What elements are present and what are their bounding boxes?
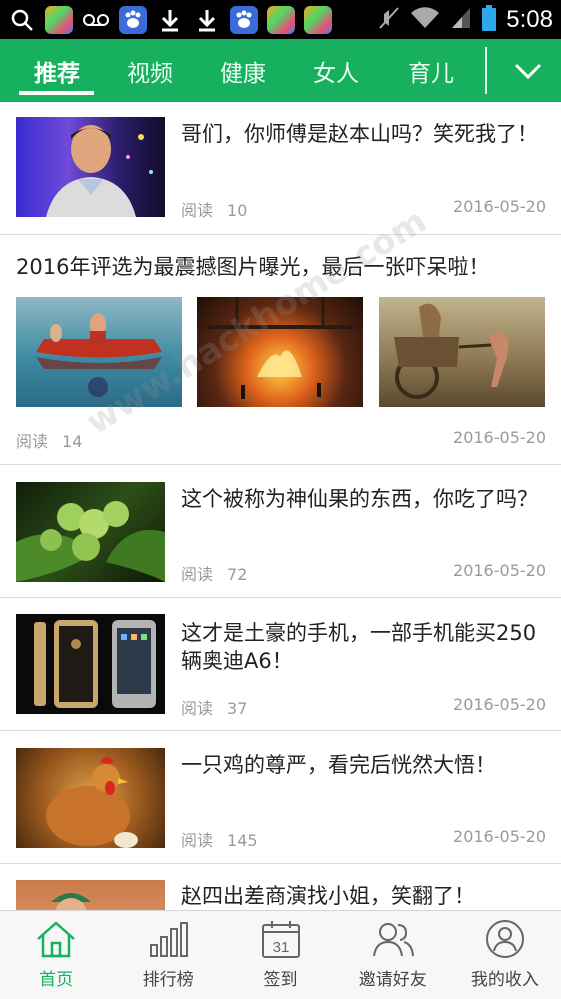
luxury-phones-photo (16, 614, 165, 714)
man-in-cap-photo (16, 880, 165, 910)
baidu-icon (230, 5, 258, 34)
bottom-navigation: 首页 排行榜 31 签到 邀请好友 我的收入 (0, 910, 561, 999)
news-title[interactable]: 赵四出差商演找小姐，笑翻了！ (181, 882, 546, 910)
news-item[interactable]: 哥们，你师傅是赵本山吗？笑死我了！ 阅读 10 2016-05-20 (0, 102, 561, 235)
more-tabs-button[interactable] (494, 39, 561, 102)
publish-date: 2016-05-20 (453, 695, 546, 714)
tab-parenting[interactable]: 育儿 (392, 39, 470, 102)
publish-date: 2016-05-20 (453, 561, 546, 580)
green-fruit-photo (16, 482, 165, 582)
news-item[interactable]: 一只鸡的尊严，看完后恍然大悟！ 阅读 145 2016-05-20 (0, 731, 561, 864)
tab-women[interactable]: 女人 (297, 39, 375, 102)
baidu-icon (119, 5, 147, 34)
news-title[interactable]: 这才是土豪的手机，一部手机能买250辆奥迪A6！ (181, 619, 546, 675)
tab-divider (485, 47, 487, 94)
creature-cart-photo (379, 297, 545, 407)
voicemail-icon (82, 6, 110, 34)
calendar-icon: 31 (261, 921, 300, 958)
news-feed[interactable]: 哥们，你师傅是赵本山吗？笑死我了！ 阅读 10 2016-05-20 2016年评… (0, 102, 561, 910)
chevron-down-icon (514, 63, 541, 79)
news-item[interactable]: 这才是土豪的手机，一部手机能买250辆奥迪A6！ 阅读 37 2016-05-20 (0, 598, 561, 731)
publish-date: 2016-05-20 (453, 827, 546, 846)
search-icon (8, 6, 36, 34)
nav-checkin[interactable]: 31 签到 (224, 911, 336, 999)
read-count: 阅读 72 (181, 565, 248, 584)
calendar-day: 31 (272, 939, 289, 956)
category-tab-bar: 推荐 视频 健康 女人 育儿 (0, 39, 561, 102)
man-on-stage-photo (16, 117, 165, 217)
battery-icon (482, 4, 497, 35)
active-tab-indicator (19, 91, 94, 95)
news-title[interactable]: 这个被称为神仙果的东西，你吃了吗？ (181, 485, 546, 513)
publish-date: 2016-05-20 (453, 428, 546, 447)
wifi-icon (410, 6, 440, 34)
news-title[interactable]: 哥们，你师傅是赵本山吗？笑死我了！ (181, 120, 546, 148)
read-count: 阅读 37 (181, 699, 248, 718)
news-title[interactable]: 2016年评选为最震撼图片曝光，最后一张吓呆啦！ (16, 253, 551, 281)
read-count: 阅读 145 (181, 831, 258, 850)
hen-photo (16, 748, 165, 848)
app-icon (267, 5, 295, 34)
status-bar: 5:08 (0, 0, 561, 39)
nav-home[interactable]: 首页 (0, 911, 112, 999)
mute-icon (378, 6, 400, 34)
news-title[interactable]: 一只鸡的尊严，看完后恍然大悟！ (181, 751, 546, 779)
download-icon (156, 6, 184, 34)
profile-icon (485, 920, 524, 958)
nav-invite-friends[interactable]: 邀请好友 (337, 911, 449, 999)
read-count: 阅读 14 (16, 432, 83, 451)
ranking-icon (150, 922, 189, 957)
home-icon (37, 921, 75, 958)
tab-video[interactable]: 视频 (111, 39, 189, 102)
download-icon (193, 6, 221, 34)
tab-health[interactable]: 健康 (204, 39, 282, 102)
publish-date: 2016-05-20 (453, 197, 546, 216)
invite-friends-icon (372, 923, 414, 957)
news-item[interactable]: 这个被称为神仙果的东西，你吃了吗？ 阅读 72 2016-05-20 (0, 465, 561, 598)
news-item[interactable]: 赵四出差商演找小姐，笑翻了！ (0, 864, 561, 910)
news-item[interactable]: 2016年评选为最震撼图片曝光，最后一张吓呆啦！ 阅读 14 2016-05-2… (0, 235, 561, 465)
read-count: 阅读 10 (181, 201, 248, 220)
signal-icon (450, 6, 472, 34)
app-icon (304, 5, 332, 34)
nav-ranking[interactable]: 排行榜 (112, 911, 224, 999)
app-icon (45, 5, 73, 34)
clock: 5:08 (506, 5, 553, 33)
nav-my-income[interactable]: 我的收入 (449, 911, 561, 999)
